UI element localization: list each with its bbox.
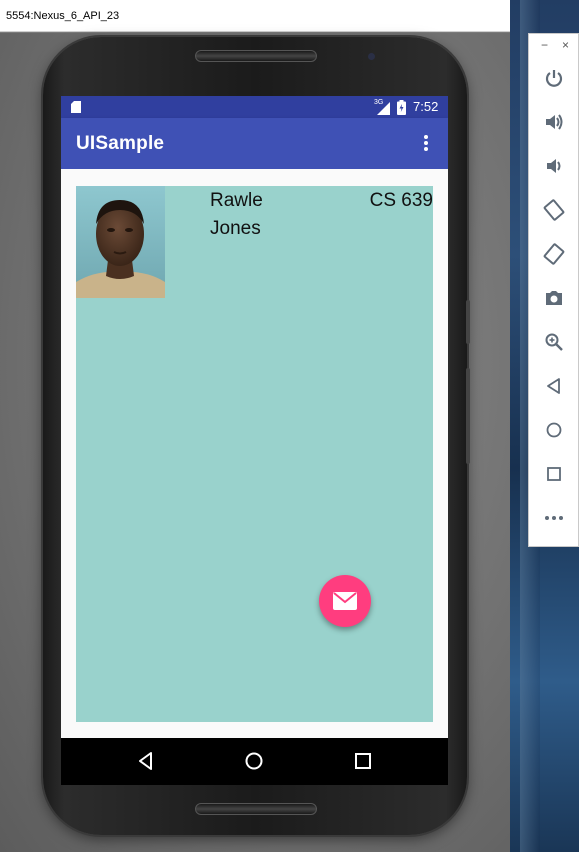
- sd-card-icon: [71, 101, 81, 113]
- profile-photo: [76, 186, 165, 298]
- first-name-text: Rawle: [210, 190, 263, 211]
- zoom-icon: [545, 333, 563, 351]
- overview-icon: [547, 467, 561, 481]
- app-toolbar: UISample: [61, 118, 448, 169]
- recents-icon[interactable]: [352, 750, 374, 772]
- home-icon[interactable]: [243, 750, 265, 772]
- volume-down-icon: [547, 159, 561, 173]
- phone-power-key: [466, 300, 470, 344]
- camera-icon: [546, 291, 562, 305]
- power-button[interactable]: [543, 67, 565, 89]
- emulator-controls-panel: − ×: [528, 33, 579, 547]
- home-icon: [546, 422, 562, 438]
- back-icon[interactable]: [135, 750, 157, 772]
- close-button[interactable]: ×: [562, 38, 569, 52]
- top-speaker: [195, 50, 317, 62]
- battery-icon: [397, 100, 406, 115]
- app-title: UISample: [76, 133, 165, 154]
- overflow-menu-icon[interactable]: [419, 132, 433, 156]
- minimize-button[interactable]: −: [541, 38, 548, 52]
- bottom-speaker: [195, 803, 317, 815]
- screenshot-button[interactable]: [543, 287, 565, 309]
- email-icon: [333, 592, 357, 610]
- emulator-back-button[interactable]: [543, 375, 565, 397]
- back-icon: [547, 378, 560, 394]
- main-content: Rawle Jones CS 639: [61, 169, 448, 738]
- power-icon: [545, 70, 563, 87]
- email-fab-button[interactable]: [319, 575, 371, 627]
- network-type-label: 3G: [374, 99, 384, 106]
- volume-up-icon: [546, 114, 563, 130]
- status-bar: 3G 7:52: [61, 96, 448, 118]
- last-name-text: Jones: [210, 218, 261, 239]
- rotate-left-icon: [543, 199, 565, 221]
- profile-card: Rawle Jones CS 639: [76, 186, 433, 722]
- emulator-window: 5554:Nexus_6_API_23 3G 7:52 UISample Raw…: [0, 0, 510, 852]
- zoom-button[interactable]: [543, 331, 565, 353]
- portrait-image: [76, 186, 165, 298]
- more-button[interactable]: [543, 507, 565, 529]
- volume-up-button[interactable]: [543, 111, 565, 133]
- course-text: CS 639: [369, 190, 433, 211]
- window-title: 5554:Nexus_6_API_23: [0, 0, 510, 32]
- device-screen: 3G 7:52 UISample Rawle Jones CS 639: [61, 96, 448, 785]
- rotate-right-icon: [543, 243, 565, 265]
- front-camera: [368, 53, 375, 60]
- emulator-overview-button[interactable]: [543, 463, 565, 485]
- rotate-right-button[interactable]: [543, 243, 565, 265]
- phone-volume-key: [466, 368, 470, 464]
- volume-down-button[interactable]: [543, 155, 565, 177]
- navigation-bar: [61, 738, 448, 785]
- more-icon: [545, 516, 563, 520]
- emulator-home-button[interactable]: [543, 419, 565, 441]
- rotate-left-button[interactable]: [543, 199, 565, 221]
- status-clock: 7:52: [413, 99, 439, 114]
